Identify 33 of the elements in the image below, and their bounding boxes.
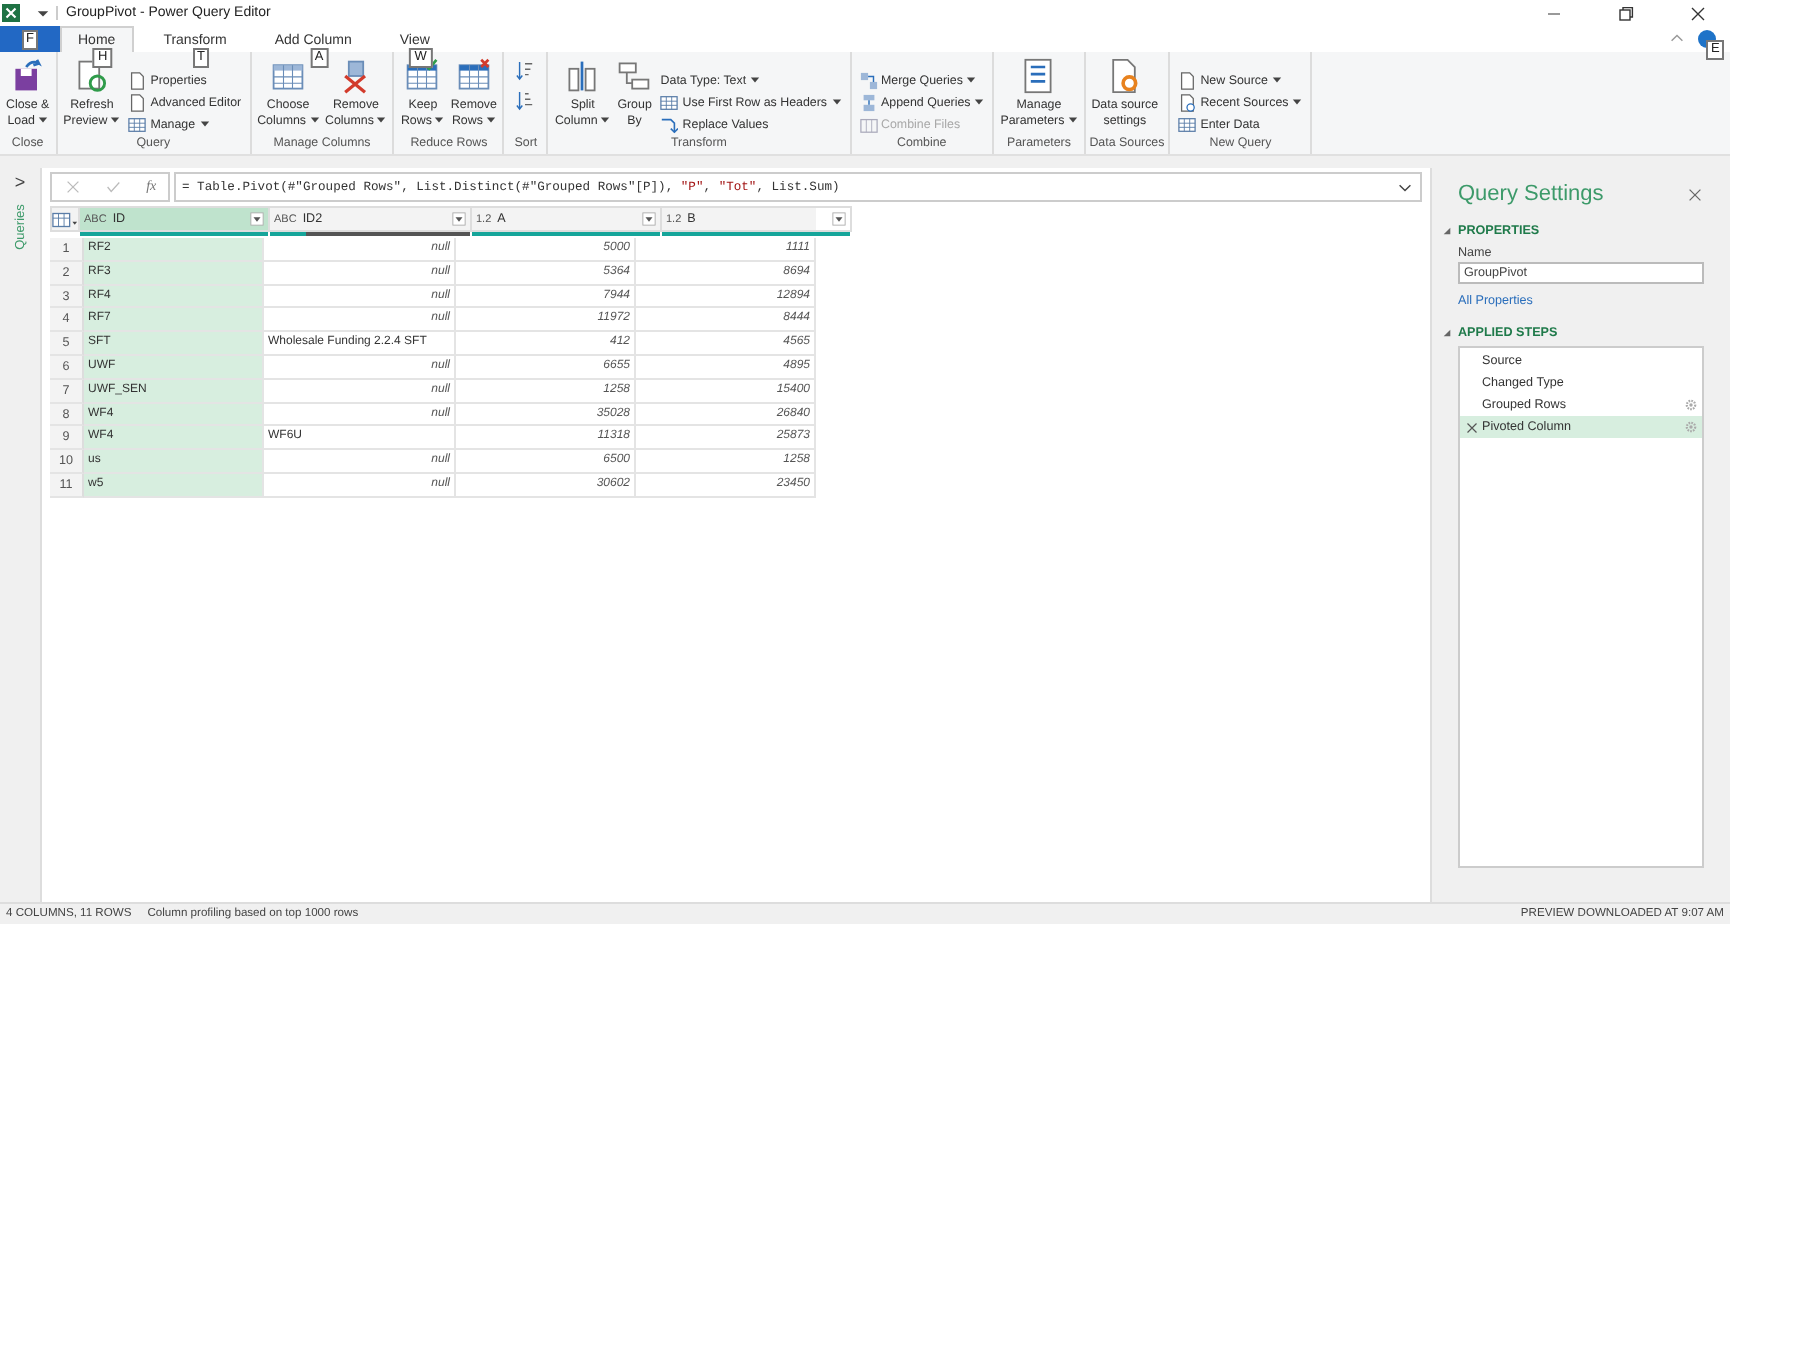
checkmark-icon[interactable] (104, 177, 123, 195)
combine-icon (859, 115, 878, 133)
split-column-icon (564, 58, 601, 94)
table-icon (270, 58, 307, 94)
sort-descending-icon[interactable] (516, 90, 535, 112)
filter-dropdown-icon[interactable] (452, 212, 466, 226)
filter-dropdown-icon[interactable] (642, 212, 656, 226)
list-icon (1020, 58, 1057, 94)
refresh-icon (73, 58, 110, 94)
pane-title: Query Settings (1458, 182, 1606, 206)
replace-icon (660, 115, 679, 133)
document-clock-icon (1178, 93, 1197, 111)
restore-icon[interactable] (1616, 3, 1636, 23)
merge-icon (859, 71, 878, 89)
table-icon (660, 93, 679, 111)
collapse-triangle-icon[interactable] (1442, 226, 1452, 236)
group-icon (616, 58, 653, 94)
save-icon (9, 58, 46, 94)
document-gear-icon (1106, 58, 1143, 94)
filter-dropdown-icon[interactable] (250, 212, 264, 226)
document-icon (1178, 71, 1197, 89)
table-delete-icon (455, 58, 492, 94)
delete-step-icon[interactable] (1466, 421, 1478, 433)
close-icon[interactable] (1688, 3, 1708, 23)
table-icon (1178, 115, 1197, 133)
expand-button[interactable]: > (14, 172, 26, 192)
dropdown-arrow-icon[interactable] (36, 6, 58, 20)
table-check-icon (404, 58, 441, 94)
table-icon (128, 115, 147, 133)
filter-dropdown-icon[interactable] (832, 212, 846, 226)
collapse-triangle-icon[interactable] (1442, 328, 1452, 338)
sort-ascending-icon[interactable] (516, 60, 535, 82)
append-icon (859, 93, 878, 111)
